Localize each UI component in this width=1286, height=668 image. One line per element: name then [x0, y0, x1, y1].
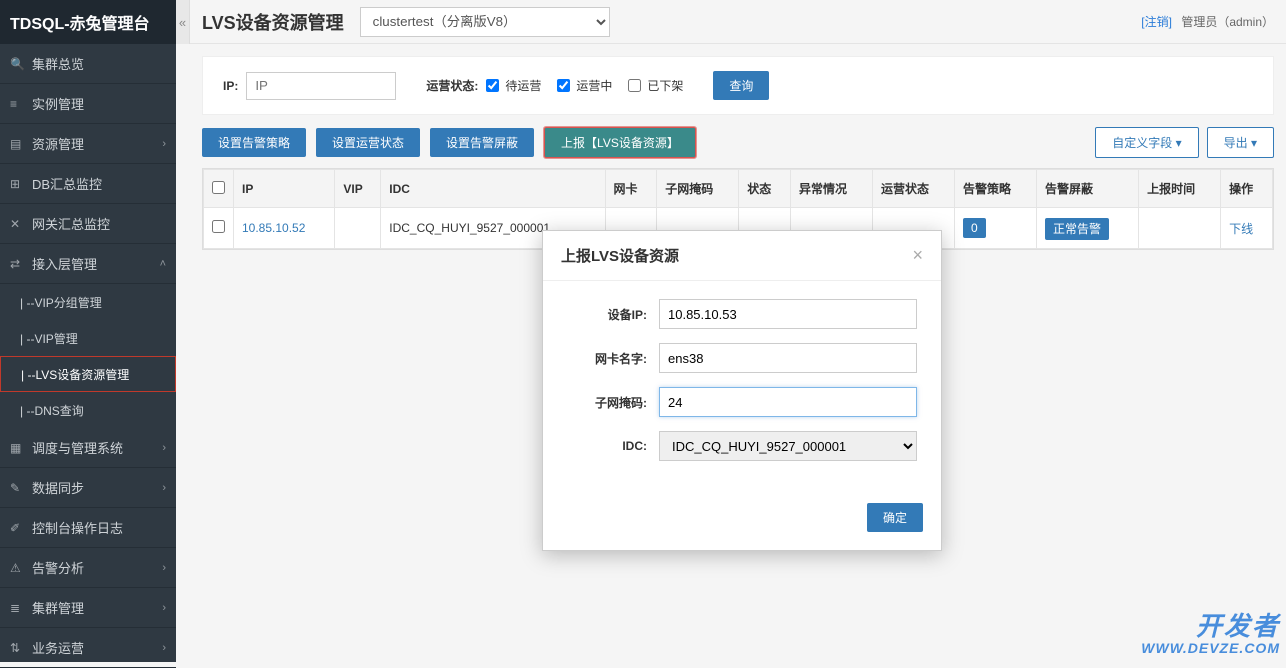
- device-ip-input[interactable]: [659, 299, 917, 329]
- idc-select[interactable]: IDC_CQ_HUYI_9527_000001: [659, 431, 917, 461]
- close-icon[interactable]: ×: [912, 245, 923, 266]
- report-lvs-modal: 上报LVS设备资源 × 设备IP: 网卡名字: 子网掩码: IDC: IDC_C…: [542, 230, 942, 551]
- mask-input[interactable]: [659, 387, 917, 417]
- modal-title: 上报LVS设备资源: [561, 245, 679, 266]
- device-ip-label: 设备IP:: [567, 306, 647, 323]
- nic-label: 网卡名字:: [567, 350, 647, 367]
- mask-label: 子网掩码:: [567, 394, 647, 411]
- nic-input[interactable]: [659, 343, 917, 373]
- confirm-button[interactable]: 确定: [867, 503, 923, 532]
- idc-label: IDC:: [567, 439, 647, 453]
- modal-mask: 上报LVS设备资源 × 设备IP: 网卡名字: 子网掩码: IDC: IDC_C…: [0, 0, 1286, 662]
